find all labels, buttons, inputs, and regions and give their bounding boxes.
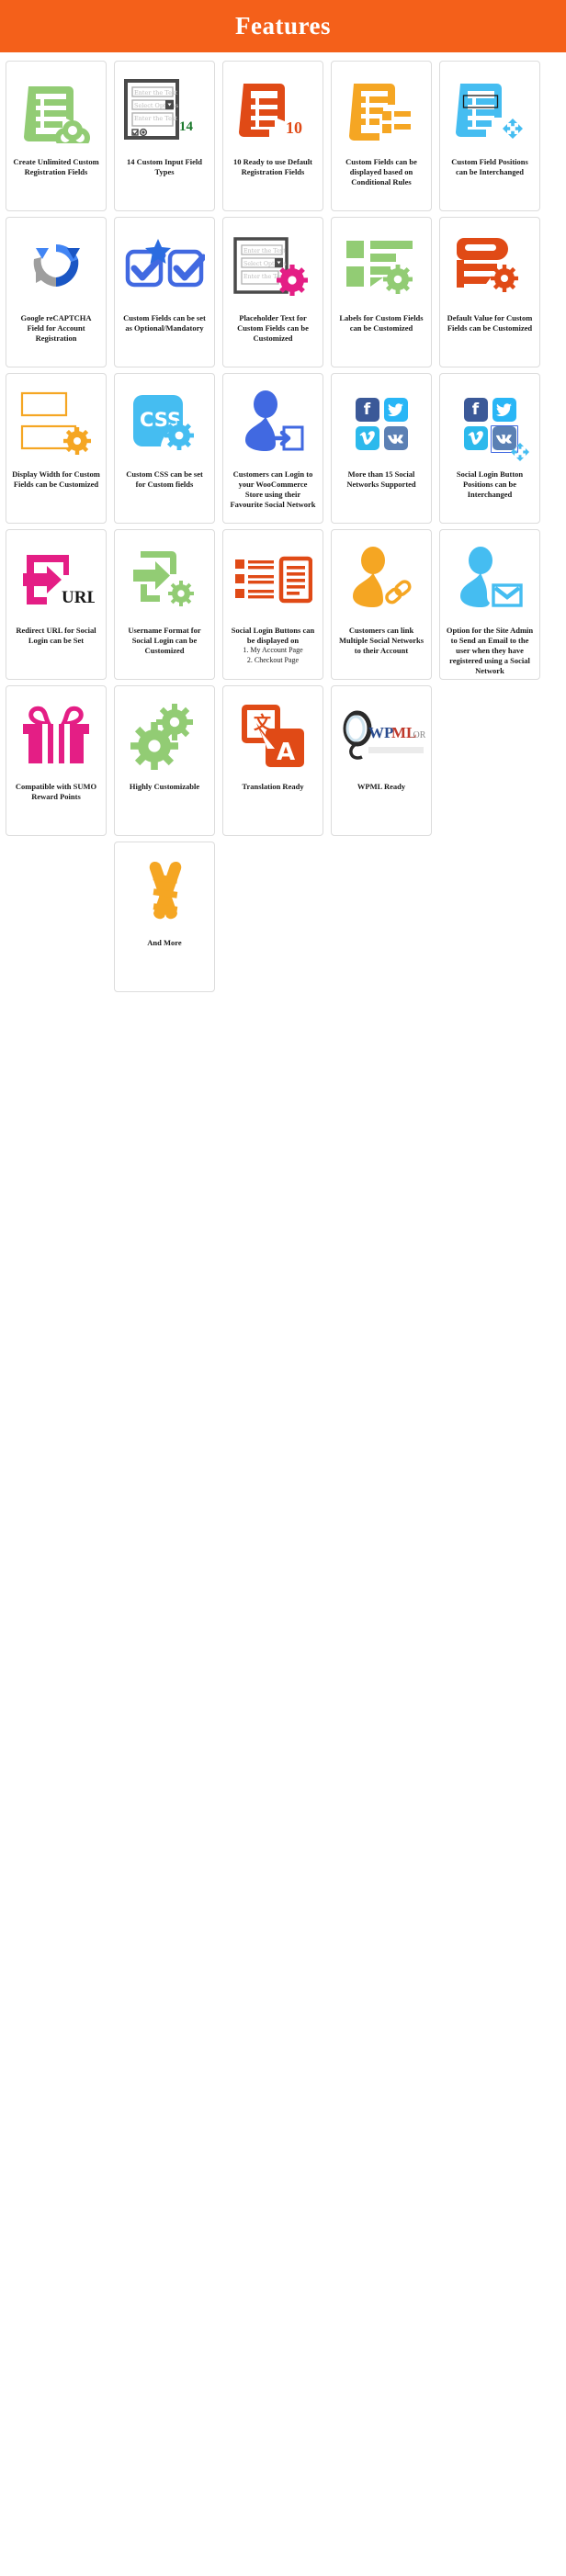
card-caption: Placeholder Text for Custom Fields can b… (237, 313, 309, 343)
card-caption: Highly Customizable (129, 782, 200, 791)
feature-card[interactable]: Enter the Text Select Options Enter the … (114, 61, 215, 211)
card-caption: Redirect URL for Social Login can be Set (16, 626, 96, 645)
default-value-gear-icon (445, 221, 535, 313)
card-caption: Custom CSS can be set for Custom fields (126, 469, 203, 489)
redirect-url-icon: URL (11, 534, 101, 626)
labels-gear-icon (336, 221, 426, 313)
svg-text:Enter the Text: Enter the Text (134, 115, 178, 122)
ladder-icon (119, 846, 209, 938)
svg-text:A: A (277, 739, 295, 766)
form-mockup-icon: Enter the Text Select Options Enter the … (119, 65, 209, 157)
checkbox-star-icon (119, 221, 209, 313)
user-login-icon (228, 378, 318, 469)
feature-card[interactable]: Customers can Login to your WooCommerce … (222, 373, 323, 524)
wpml-logo-icon: WP ML .ORG (336, 690, 426, 782)
card-caption: Social Login Buttons can be displayed on (231, 626, 315, 645)
card-caption: WPML Ready (357, 782, 406, 791)
svg-text:Enter the Text: Enter the Text (134, 89, 178, 96)
feature-card[interactable]: Labels for Custom Fields can be Customiz… (331, 217, 432, 367)
list-sublist-icon (336, 65, 426, 157)
features-grid: Create Unlimited Custom Registration Fie… (0, 52, 566, 995)
css-gear-icon: CSS (119, 378, 209, 469)
feature-card[interactable]: Custom Field Positions can be Interchang… (439, 61, 540, 211)
feature-card[interactable]: WP ML .ORG WPML Ready (331, 685, 432, 836)
svg-text:Enter the Text: Enter the Text (243, 248, 286, 254)
svg-text:14: 14 (179, 119, 194, 134)
recaptcha-icon (11, 221, 101, 313)
feature-card[interactable]: CSS Custom CSS can be set for Custom fie… (114, 373, 215, 524)
gears-icon (119, 690, 209, 782)
card-caption: Custom Fields can be set as Optional/Man… (123, 313, 206, 333)
svg-text:URL: URL (62, 588, 95, 607)
feature-card[interactable]: And More (114, 842, 215, 992)
user-link-icon (336, 534, 426, 626)
vimeo-icon (355, 425, 379, 450)
social-networks-move-icon: f (445, 378, 535, 469)
feature-card[interactable]: URL Redirect URL for Social Login can be… (6, 529, 107, 680)
social-networks-icon: f (336, 378, 426, 469)
gift-icon (11, 690, 101, 782)
page-title: Features (235, 12, 331, 40)
vimeo-icon (463, 425, 488, 450)
translate-icon: 文 A (228, 690, 318, 782)
vk-icon (383, 425, 408, 450)
svg-text:.ORG: .ORG (411, 730, 425, 740)
feature-card[interactable]: Create Unlimited Custom Registration Fie… (6, 61, 107, 211)
facebook-icon: f (355, 397, 379, 422)
feature-card[interactable]: Display Width for Custom Fields can be C… (6, 373, 107, 524)
feature-card[interactable]: Highly Customizable (114, 685, 215, 836)
card-caption: Social Login Button Positions can be Int… (456, 469, 524, 499)
card-caption: Username Format for Social Login can be … (128, 626, 201, 655)
card-caption: More than 15 Social Networks Supported (346, 469, 416, 489)
card-caption: 14 Custom Input Field Types (127, 157, 202, 176)
card-caption: And More (147, 938, 182, 947)
card-caption: Google reCAPTCHA Field for Account Regis… (20, 313, 92, 343)
card-caption: Default Value for Custom Fields can be C… (447, 313, 533, 333)
list-move-icon (445, 65, 535, 157)
card-caption: Display Width for Custom Fields can be C… (12, 469, 100, 489)
page-header: Features (0, 0, 566, 52)
feature-card[interactable]: Customers can link Multiple Social Netwo… (331, 529, 432, 680)
user-email-icon (445, 534, 535, 626)
feature-card[interactable]: Custom Fields can be displayed based on … (331, 61, 432, 211)
twitter-icon (492, 397, 516, 422)
form-gear-icon: Enter the Text Select Options Enter the … (228, 221, 318, 313)
card-caption: Custom Field Positions can be Interchang… (451, 157, 528, 176)
username-format-gear-icon (119, 534, 209, 626)
sublist-item: 2. Checkout Page (246, 655, 300, 664)
width-boxes-gear-icon (11, 378, 101, 469)
card-caption: 10 Ready to use Default Registration Fie… (233, 157, 312, 176)
card-caption: Customers can Login to your WooCommerce … (230, 469, 316, 509)
card-caption: Compatible with SUMO Reward Points (15, 782, 97, 801)
feature-card[interactable]: 文 A Translation Ready (222, 685, 323, 836)
feature-card[interactable]: Google reCAPTCHA Field for Account Regis… (6, 217, 107, 367)
feature-card[interactable]: 10 10 Ready to use Default Registration … (222, 61, 323, 211)
list-infinity-icon (11, 65, 101, 157)
sublist-item: 1. My Account Page (243, 646, 303, 654)
card-caption: Custom Fields can be displayed based on … (345, 157, 417, 186)
feature-card[interactable]: f Social Login Button Positions can be I… (439, 373, 540, 524)
feature-card[interactable]: Enter the Text Select Options Enter the … (222, 217, 323, 367)
card-caption: Customers can link Multiple Social Netwo… (338, 626, 424, 655)
twitter-icon (383, 397, 408, 422)
feature-card[interactable]: f More than 15 Social Networks Supported (331, 373, 432, 524)
list-pages-icon (228, 534, 318, 626)
feature-card[interactable]: Option for the Site Admin to Send an Ema… (439, 529, 540, 680)
facebook-icon: f (463, 397, 488, 422)
feature-card[interactable]: Social Login Buttons can be displayed on… (222, 529, 323, 680)
card-caption: Translation Ready (242, 782, 304, 791)
card-caption: Option for the Site Admin to Send an Ema… (446, 626, 534, 675)
feature-card[interactable]: Custom Fields can be set as Optional/Man… (114, 217, 215, 367)
svg-text:10: 10 (286, 119, 302, 137)
feature-card[interactable]: Compatible with SUMO Reward Points (6, 685, 107, 836)
feature-card[interactable]: Default Value for Custom Fields can be C… (439, 217, 540, 367)
card-caption: Create Unlimited Custom Registration Fie… (13, 157, 99, 176)
svg-text:WP: WP (368, 724, 393, 741)
card-caption: Labels for Custom Fields can be Customiz… (339, 313, 424, 333)
feature-card[interactable]: Username Format for Social Login can be … (114, 529, 215, 680)
vk-selected-icon (490, 424, 529, 461)
move-arrows-icon (510, 442, 529, 461)
list-document-icon: 10 (228, 65, 318, 157)
